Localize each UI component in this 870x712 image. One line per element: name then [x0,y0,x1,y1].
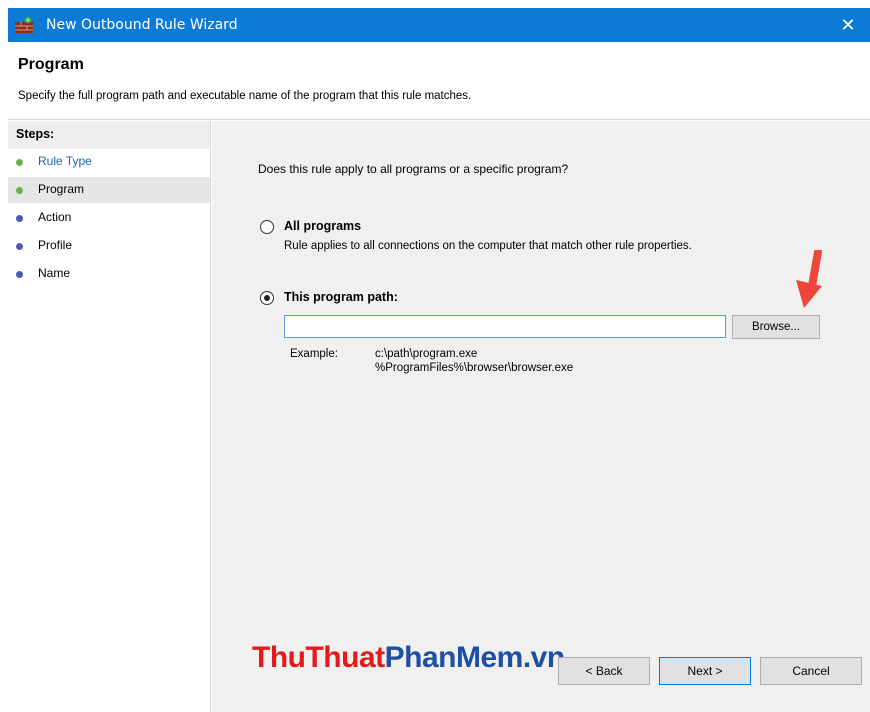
next-button[interactable]: Next > [659,657,751,685]
step-label: Rule Type [38,154,92,168]
step-rule-type[interactable]: Rule Type [8,149,210,175]
example-label: Example: [290,348,338,360]
step-label: Action [38,210,72,224]
steps-panel: Steps: Rule Type Program Action Profile … [8,121,211,712]
step-action[interactable]: Action [8,205,210,231]
step-status-dot-icon [16,159,23,166]
wizard-window: New Outbound Rule Wizard ✕ Program Speci… [8,8,870,712]
browse-button[interactable]: Browse... [732,315,820,339]
example-path-1: c:\path\program.exe [375,348,478,360]
step-status-dot-icon [16,243,23,250]
all-programs-label[interactable]: All programs [284,219,361,233]
step-status-dot-icon [16,215,23,222]
step-program[interactable]: Program [8,177,210,203]
page-header: Program Specify the full program path an… [8,42,870,120]
cancel-button[interactable]: Cancel [760,657,862,685]
watermark: ThuThuatPhanMem.vn [252,641,565,675]
main-panel: Does this rule apply to all programs or … [212,121,870,712]
title-bar[interactable]: New Outbound Rule Wizard ✕ [8,8,870,42]
all-programs-radio[interactable] [260,220,274,234]
step-status-dot-icon [16,271,23,278]
step-label: Program [38,182,85,196]
step-label: Profile [38,238,73,252]
step-label: Name [38,266,71,280]
example-path-2: %ProgramFiles%\browser\browser.exe [375,362,574,374]
page-description: Specify the full program path and execut… [18,90,472,102]
close-button[interactable]: ✕ [826,8,870,42]
back-button[interactable]: < Back [558,657,650,685]
page-title: Program [18,56,84,73]
program-path-input[interactable] [284,315,726,338]
step-profile[interactable]: Profile [8,233,210,259]
radio-selected-dot-icon [264,295,270,301]
steps-heading: Steps: [8,121,210,149]
step-status-dot-icon [16,187,23,194]
step-name[interactable]: Name [8,261,210,287]
watermark-part-2: PhanMem.vn [384,641,566,674]
program-path-label[interactable]: This program path: [284,290,398,304]
close-icon: ✕ [840,14,856,35]
firewall-icon [15,16,33,33]
all-programs-description: Rule applies to all connections on the c… [284,240,692,252]
watermark-part-1: ThuThuat [252,641,385,674]
program-path-radio[interactable] [260,291,274,305]
scope-question: Does this rule apply to all programs or … [258,162,569,176]
pointer-arrow-icon [796,250,822,308]
window-title: New Outbound Rule Wizard [46,17,238,33]
